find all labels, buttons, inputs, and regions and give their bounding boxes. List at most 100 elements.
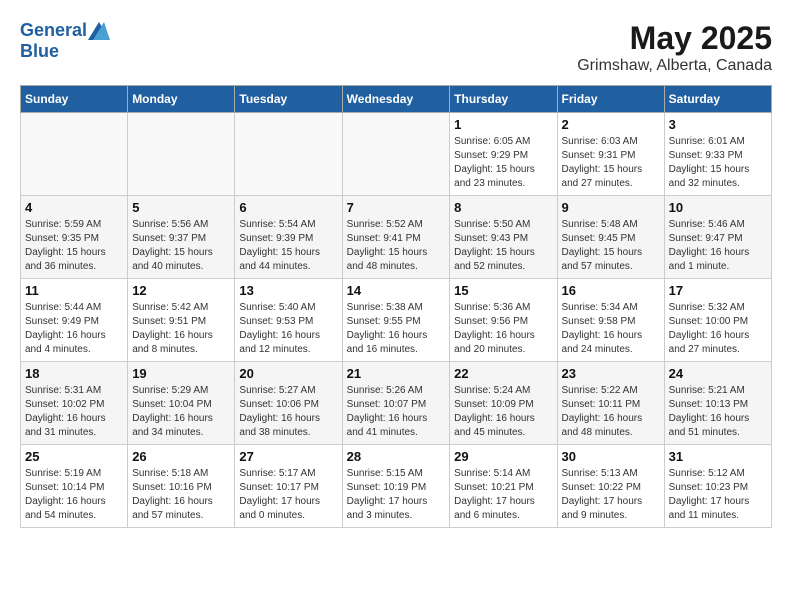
day-number: 16 xyxy=(562,283,660,298)
day-info: Sunrise: 5:34 AM Sunset: 9:58 PM Dayligh… xyxy=(562,301,660,357)
day-number: 21 xyxy=(347,366,446,381)
day-info: Sunrise: 5:36 AM Sunset: 9:56 PM Dayligh… xyxy=(454,301,552,357)
logo: General Blue xyxy=(20,20,111,60)
location: Grimshaw, Alberta, Canada xyxy=(577,57,772,75)
day-number: 2 xyxy=(562,117,660,132)
calendar-week-row: 11 Sunrise: 5:44 AM Sunset: 9:49 PM Dayli… xyxy=(21,279,772,362)
calendar-week-row: 25 Sunrise: 5:19 AM Sunset: 10:14 PM Dayl… xyxy=(21,445,772,528)
day-info: Sunrise: 5:38 AM Sunset: 9:55 PM Dayligh… xyxy=(347,301,446,357)
day-info: Sunrise: 5:24 AM Sunset: 10:09 PM Daylig… xyxy=(454,384,552,440)
month-title: May 2025 xyxy=(577,20,772,57)
calendar-table: SundayMondayTuesdayWednesdayThursdayFrid… xyxy=(20,85,772,528)
calendar-week-row: 18Sunrise: 5:31 AM Sunset: 10:02 PM Dayl… xyxy=(21,362,772,445)
day-number: 27 xyxy=(239,449,337,464)
weekday-header: Thursday xyxy=(450,86,557,113)
calendar-cell: 25 Sunrise: 5:19 AM Sunset: 10:14 PM Dayl… xyxy=(21,445,128,528)
day-number: 8 xyxy=(454,200,552,215)
calendar-cell xyxy=(342,113,450,196)
day-number: 15 xyxy=(454,283,552,298)
calendar-cell: 10Sunrise: 5:46 AM Sunset: 9:47 PM Dayli… xyxy=(664,196,771,279)
calendar-cell: 11 Sunrise: 5:44 AM Sunset: 9:49 PM Dayli… xyxy=(21,279,128,362)
calendar-cell: 19Sunrise: 5:29 AM Sunset: 10:04 PM Dayl… xyxy=(128,362,235,445)
weekday-header: Monday xyxy=(128,86,235,113)
day-number: 18 xyxy=(25,366,123,381)
calendar-cell: 5 Sunrise: 5:56 AM Sunset: 9:37 PM Daylig… xyxy=(128,196,235,279)
calendar-cell: 22 Sunrise: 5:24 AM Sunset: 10:09 PM Dayl… xyxy=(450,362,557,445)
calendar-cell: 2 Sunrise: 6:03 AM Sunset: 9:31 PM Daylig… xyxy=(557,113,664,196)
day-info: Sunrise: 5:17 AM Sunset: 10:17 PM Daylig… xyxy=(239,467,337,523)
weekday-header-row: SundayMondayTuesdayWednesdayThursdayFrid… xyxy=(21,86,772,113)
calendar-cell: 29 Sunrise: 5:14 AM Sunset: 10:21 PM Dayl… xyxy=(450,445,557,528)
day-number: 11 xyxy=(25,283,123,298)
page-header: General Blue May 2025 Grimshaw, Alberta,… xyxy=(20,20,772,75)
day-info: Sunrise: 5:59 AM Sunset: 9:35 PM Dayligh… xyxy=(25,218,123,274)
calendar-cell: 27 Sunrise: 5:17 AM Sunset: 10:17 PM Dayl… xyxy=(235,445,342,528)
calendar-cell: 28Sunrise: 5:15 AM Sunset: 10:19 PM Dayl… xyxy=(342,445,450,528)
day-info: Sunrise: 6:03 AM Sunset: 9:31 PM Dayligh… xyxy=(562,135,660,191)
day-info: Sunrise: 5:44 AM Sunset: 9:49 PM Dayligh… xyxy=(25,301,123,357)
weekday-header: Tuesday xyxy=(235,86,342,113)
day-number: 20 xyxy=(239,366,337,381)
calendar-cell xyxy=(235,113,342,196)
day-info: Sunrise: 6:05 AM Sunset: 9:29 PM Dayligh… xyxy=(454,135,552,191)
day-info: Sunrise: 5:21 AM Sunset: 10:13 PM Daylig… xyxy=(669,384,767,440)
day-info: Sunrise: 5:40 AM Sunset: 9:53 PM Dayligh… xyxy=(239,301,337,357)
calendar-cell: 13 Sunrise: 5:40 AM Sunset: 9:53 PM Dayli… xyxy=(235,279,342,362)
calendar-cell: 16 Sunrise: 5:34 AM Sunset: 9:58 PM Dayli… xyxy=(557,279,664,362)
day-info: Sunrise: 5:18 AM Sunset: 10:16 PM Daylig… xyxy=(132,467,230,523)
day-info: Sunrise: 5:54 AM Sunset: 9:39 PM Dayligh… xyxy=(239,218,337,274)
day-number: 1 xyxy=(454,117,552,132)
day-number: 9 xyxy=(562,200,660,215)
day-info: Sunrise: 5:29 AM Sunset: 10:04 PM Daylig… xyxy=(132,384,230,440)
day-info: Sunrise: 5:42 AM Sunset: 9:51 PM Dayligh… xyxy=(132,301,230,357)
day-info: Sunrise: 5:22 AM Sunset: 10:11 PM Daylig… xyxy=(562,384,660,440)
day-number: 25 xyxy=(25,449,123,464)
day-number: 14 xyxy=(347,283,446,298)
day-info: Sunrise: 5:27 AM Sunset: 10:06 PM Daylig… xyxy=(239,384,337,440)
day-number: 30 xyxy=(562,449,660,464)
day-number: 29 xyxy=(454,449,552,464)
calendar-cell: 8 Sunrise: 5:50 AM Sunset: 9:43 PM Daylig… xyxy=(450,196,557,279)
day-number: 5 xyxy=(132,200,230,215)
day-number: 17 xyxy=(669,283,767,298)
day-number: 22 xyxy=(454,366,552,381)
calendar-cell: 30 Sunrise: 5:13 AM Sunset: 10:22 PM Dayl… xyxy=(557,445,664,528)
weekday-header: Friday xyxy=(557,86,664,113)
logo-icon xyxy=(88,22,110,40)
calendar-cell: 9Sunrise: 5:48 AM Sunset: 9:45 PM Daylig… xyxy=(557,196,664,279)
weekday-header: Sunday xyxy=(21,86,128,113)
day-info: Sunrise: 5:14 AM Sunset: 10:21 PM Daylig… xyxy=(454,467,552,523)
day-info: Sunrise: 5:50 AM Sunset: 9:43 PM Dayligh… xyxy=(454,218,552,274)
calendar-cell: 18Sunrise: 5:31 AM Sunset: 10:02 PM Dayl… xyxy=(21,362,128,445)
day-number: 6 xyxy=(239,200,337,215)
calendar-cell: 23 Sunrise: 5:22 AM Sunset: 10:11 PM Dayl… xyxy=(557,362,664,445)
calendar-cell: 3Sunrise: 6:01 AM Sunset: 9:33 PM Daylig… xyxy=(664,113,771,196)
calendar-cell: 24 Sunrise: 5:21 AM Sunset: 10:13 PM Dayl… xyxy=(664,362,771,445)
calendar-cell: 31 Sunrise: 5:12 AM Sunset: 10:23 PM Dayl… xyxy=(664,445,771,528)
calendar-cell xyxy=(128,113,235,196)
day-number: 31 xyxy=(669,449,767,464)
day-info: Sunrise: 5:46 AM Sunset: 9:47 PM Dayligh… xyxy=(669,218,767,274)
calendar-cell: 6 Sunrise: 5:54 AM Sunset: 9:39 PM Daylig… xyxy=(235,196,342,279)
day-number: 23 xyxy=(562,366,660,381)
logo-blue: Blue xyxy=(20,42,111,60)
calendar-cell: 7 Sunrise: 5:52 AM Sunset: 9:41 PM Daylig… xyxy=(342,196,450,279)
day-info: Sunrise: 5:12 AM Sunset: 10:23 PM Daylig… xyxy=(669,467,767,523)
day-info: Sunrise: 5:52 AM Sunset: 9:41 PM Dayligh… xyxy=(347,218,446,274)
day-number: 7 xyxy=(347,200,446,215)
day-info: Sunrise: 5:19 AM Sunset: 10:14 PM Daylig… xyxy=(25,467,123,523)
day-info: Sunrise: 5:56 AM Sunset: 9:37 PM Dayligh… xyxy=(132,218,230,274)
day-number: 12 xyxy=(132,283,230,298)
calendar-cell: 14 Sunrise: 5:38 AM Sunset: 9:55 PM Dayli… xyxy=(342,279,450,362)
calendar-cell xyxy=(21,113,128,196)
day-number: 28 xyxy=(347,449,446,464)
calendar-cell: 4Sunrise: 5:59 AM Sunset: 9:35 PM Daylig… xyxy=(21,196,128,279)
weekday-header: Wednesday xyxy=(342,86,450,113)
calendar-cell: 12 Sunrise: 5:42 AM Sunset: 9:51 PM Dayli… xyxy=(128,279,235,362)
day-info: Sunrise: 5:13 AM Sunset: 10:22 PM Daylig… xyxy=(562,467,660,523)
logo-text: General xyxy=(20,20,111,42)
day-number: 3 xyxy=(669,117,767,132)
calendar-week-row: 4Sunrise: 5:59 AM Sunset: 9:35 PM Daylig… xyxy=(21,196,772,279)
day-number: 13 xyxy=(239,283,337,298)
day-number: 24 xyxy=(669,366,767,381)
